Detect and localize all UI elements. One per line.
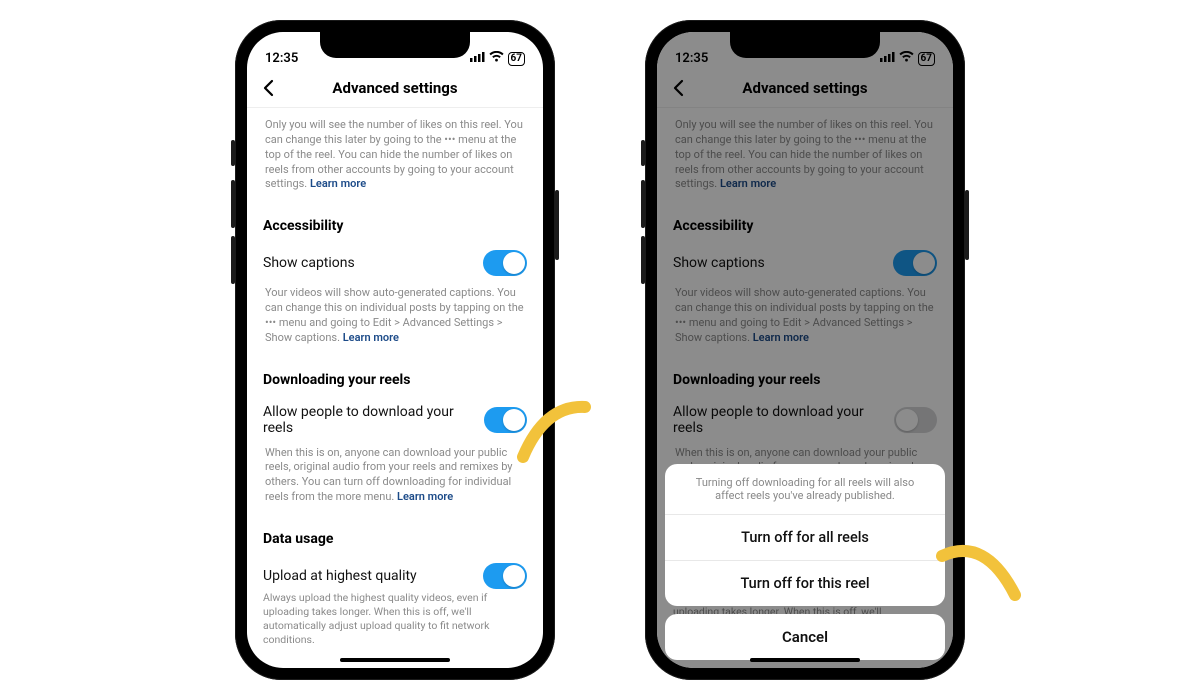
- show-captions-label: Show captions: [263, 255, 355, 271]
- learn-more-link[interactable]: Learn more: [397, 490, 453, 503]
- row-upload-quality: Upload at highest quality: [263, 549, 527, 589]
- action-turn-off-this[interactable]: Turn off for this reel: [665, 561, 945, 606]
- section-accessibility: Accessibility: [263, 204, 527, 236]
- phone-left: 12:35 67 Advanced settings: [235, 20, 555, 680]
- likes-info-text: Only you will see the number of likes on…: [263, 108, 527, 204]
- status-time: 12:35: [265, 51, 298, 66]
- captions-desc: Your videos will show auto-generated cap…: [263, 280, 527, 357]
- learn-more-link[interactable]: Learn more: [310, 177, 366, 190]
- toggle-upload-quality[interactable]: [483, 563, 527, 589]
- wifi-icon: [489, 51, 504, 66]
- signal-icon: [470, 51, 485, 66]
- action-cancel[interactable]: Cancel: [665, 614, 945, 660]
- notch: [730, 32, 880, 58]
- battery-icon: 67: [508, 52, 525, 66]
- action-sheet-message: Turning off downloading for all reels wi…: [665, 464, 945, 515]
- notch: [320, 32, 470, 58]
- learn-more-link[interactable]: Learn more: [343, 331, 399, 344]
- nav-bar: Advanced settings: [247, 68, 543, 108]
- back-button[interactable]: [257, 76, 281, 100]
- upload-quality-label: Upload at highest quality: [263, 568, 417, 584]
- allow-download-label: Allow people to download your reels: [263, 404, 484, 436]
- home-indicator[interactable]: [340, 658, 450, 662]
- toggle-allow-download[interactable]: [484, 407, 527, 433]
- home-indicator[interactable]: [750, 658, 860, 662]
- action-sheet: Turning off downloading for all reels wi…: [657, 464, 953, 668]
- upload-quality-desc: Always upload the highest quality videos…: [263, 589, 527, 648]
- row-show-captions: Show captions: [263, 236, 527, 280]
- row-allow-download: Allow people to download your reels: [263, 390, 527, 440]
- action-turn-off-all[interactable]: Turn off for all reels: [665, 515, 945, 561]
- section-data-usage: Data usage: [263, 517, 527, 549]
- section-downloading: Downloading your reels: [263, 358, 527, 390]
- phone-right: 12:35 67 Advanced settings: [645, 20, 965, 680]
- download-desc: When this is on, anyone can download you…: [263, 440, 527, 517]
- page-title: Advanced settings: [332, 79, 457, 97]
- toggle-show-captions[interactable]: [483, 250, 527, 276]
